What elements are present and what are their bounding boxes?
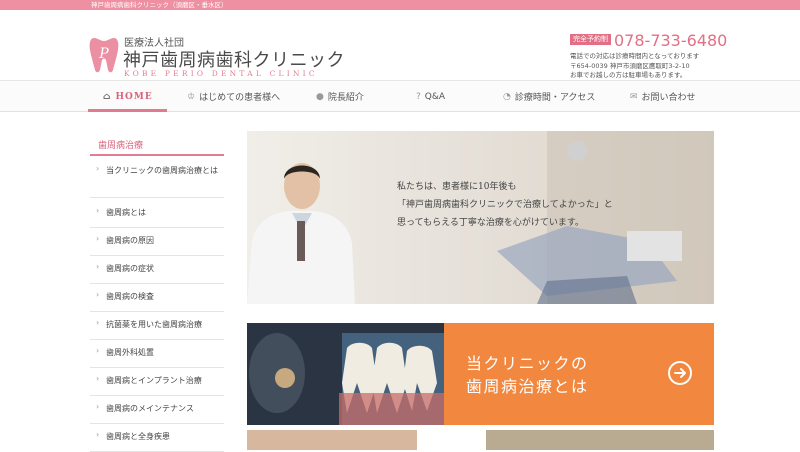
parking-note: お車でお越しの方は駐車場もあります。 [570,71,687,79]
hero-line-1: 私たちは、患者様に10年後も [397,182,517,192]
nav-hours-access[interactable]: ◔ 診療時間・アクセス [503,81,595,112]
thumbnail-2[interactable] [486,430,714,450]
hero-line-2: 「神戸歯周病歯科クリニックで治療してよかった」と [397,200,613,210]
sidebar-item-antibacterial[interactable]: 抗菌薬を用いた歯周病治療 [90,316,224,340]
reservation-badge: 完全予約制 [570,34,611,45]
header: P 医療法人社団 神戸歯周病歯科クリニック KOBE PERIO DENTAL … [0,10,800,80]
site-tagline: 神戸歯周病歯科クリニック（須磨区・垂水区） [91,1,228,9]
sidebar-item-causes[interactable]: 歯周病の原因 [90,232,224,256]
tooth-icon: ♔ [187,91,196,102]
nav-active-indicator [88,109,167,112]
sidebar-item-systemic[interactable]: 歯周病と全身疾患 [90,428,224,452]
global-nav: ⌂ HOME ♔ はじめての患者様へ ● 院長紹介 ? Q&A ◔ 診療時間・ア… [0,80,800,112]
phone-note: 電話での対応は診療時間内となっております [570,52,700,60]
banner-panel: 当クリニックの 歯周病治療とは [444,323,714,425]
treatment-banner[interactable]: 当クリニックの 歯周病治療とは [247,323,714,425]
banner-title: 当クリニックの 歯周病治療とは [466,352,589,398]
sidebar-item-what-is[interactable]: 歯周病とは [90,204,224,228]
sidebar-item-implant[interactable]: 歯周病とインプラント治療 [90,372,224,396]
nav-qa[interactable]: ? Q&A [416,81,445,112]
home-icon: ⌂ [103,91,112,102]
tooth-logo-icon[interactable]: P [88,34,120,74]
nav-label: 院長紹介 [327,93,364,103]
clinic-name-english: KOBE PERIO DENTAL CLINIC [124,69,318,78]
mail-icon: ✉ [630,91,638,102]
thumbnail-1[interactable] [247,430,417,450]
banner-illustration [247,323,444,425]
nav-label: はじめての患者様へ [199,93,281,103]
nav-label: HOME [115,91,153,102]
hero-image: 私たちは、患者様に10年後も 「神戸歯周病歯科クリニックで治療してよかった」と … [247,131,714,304]
person-icon: ● [316,91,324,102]
sidebar-item-clinic-treatment[interactable]: 当クリニックの歯周病治療とは [90,162,224,198]
sidebar-item-maintenance[interactable]: 歯周病のメインテナンス [90,400,224,424]
sidebar-item-symptoms[interactable]: 歯周病の症状 [90,260,224,284]
nav-label: お問い合わせ [641,93,696,103]
sidebar-item-surgery[interactable]: 歯周外科処置 [90,344,224,368]
clock-icon: ◔ [503,91,511,102]
nav-home[interactable]: ⌂ HOME [103,81,153,112]
nav-director[interactable]: ● 院長紹介 [316,81,364,112]
teeth-illustration [247,323,444,425]
hero-message: 私たちは、患者様に10年後も 「神戸歯周病歯科クリニックで治療してよかった」と … [397,178,613,232]
phone-number[interactable]: 078-733-6480 [614,31,727,50]
nav-label: 診療時間・アクセス [514,93,596,103]
banner-title-line-2: 歯周病治療とは [466,377,589,396]
question-icon: ? [416,91,421,102]
nav-first-visit[interactable]: ♔ はじめての患者様へ [187,81,280,112]
nav-contact[interactable]: ✉ お問い合わせ [630,81,696,112]
hero-line-3: 思ってもらえる丁寧な治療を心がけています。 [397,218,584,228]
top-strip: 神戸歯周病歯科クリニック（須磨区・垂水区） [0,0,800,10]
nav-label: Q&A [424,91,446,102]
sidebar-title: 歯周病治療 [90,132,224,156]
logo-letter: P [98,46,109,62]
banner-title-line-1: 当クリニックの [466,354,589,373]
sidebar-item-examination[interactable]: 歯周病の検査 [90,288,224,312]
arrow-right-icon[interactable] [668,361,692,385]
